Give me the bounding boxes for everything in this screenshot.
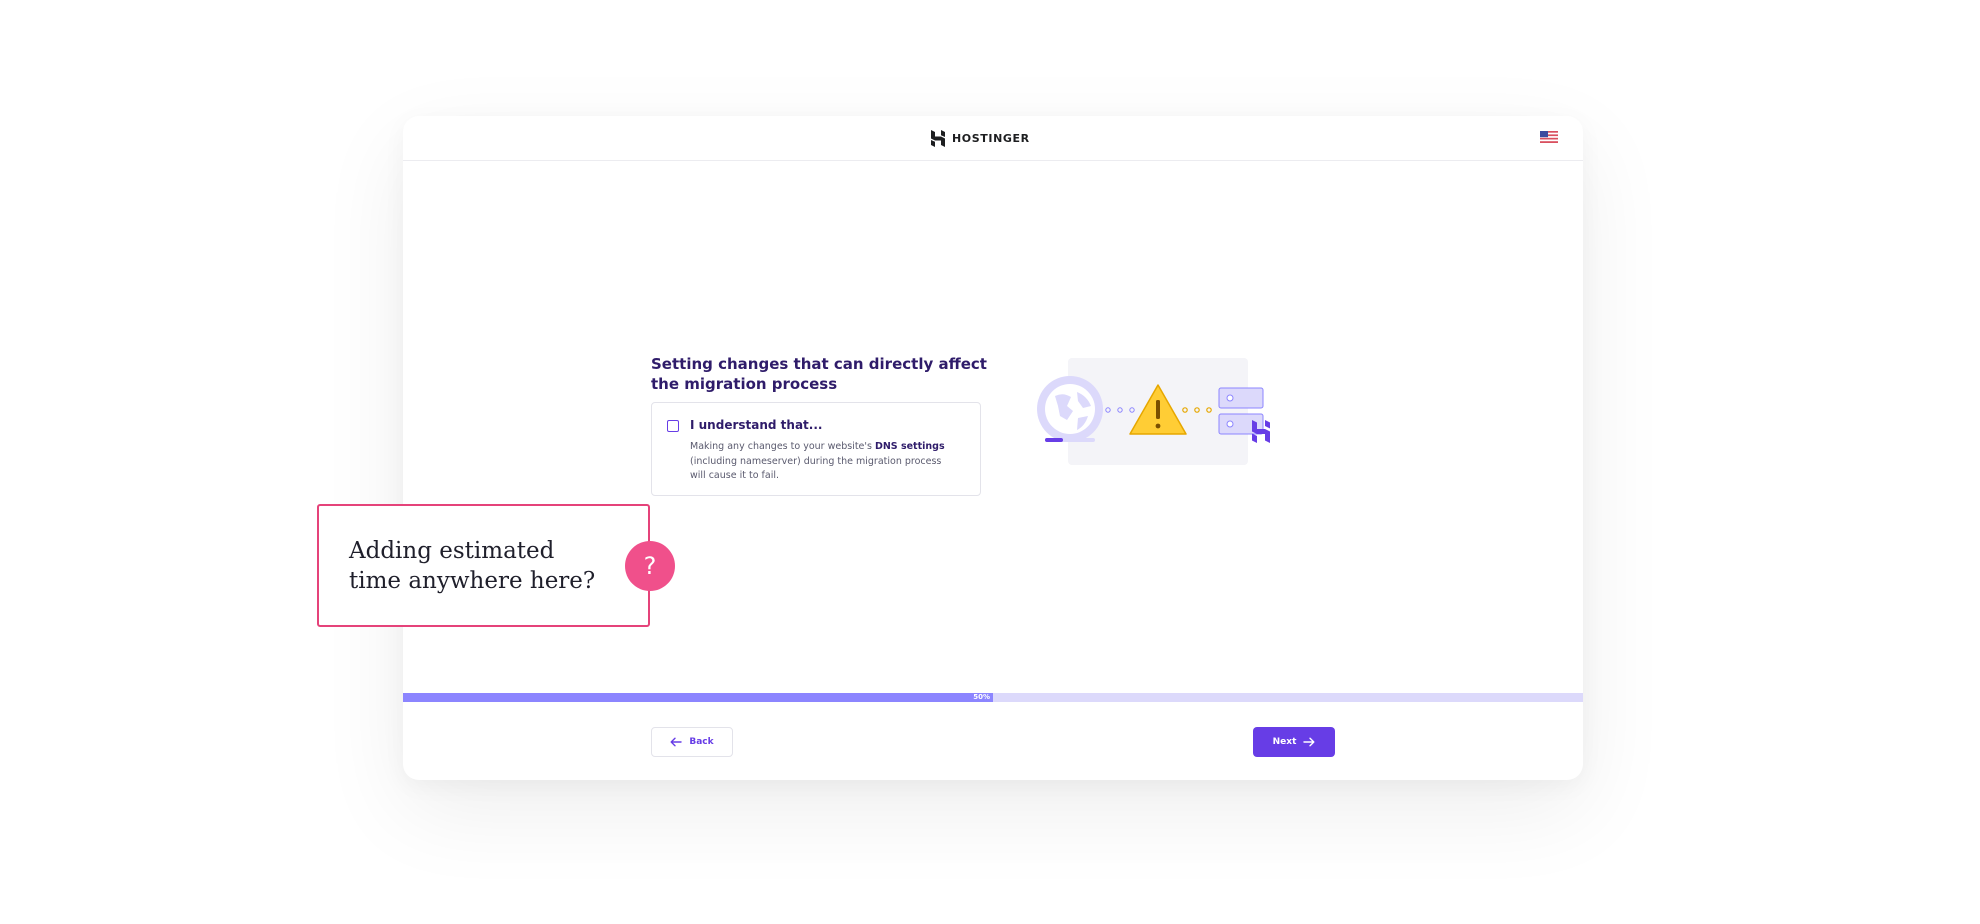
consent-description: Making any changes to your website's DNS… [690, 440, 960, 484]
arrow-left-icon [670, 737, 683, 747]
consent-text-before: Making any changes to your website's [690, 441, 875, 452]
hostinger-logo-icon [931, 129, 945, 147]
migration-warning-illustration [1037, 358, 1270, 465]
next-button[interactable]: Next [1253, 727, 1335, 757]
step-heading: Setting changes that can directly affect… [651, 355, 987, 393]
question-mark-icon: ? [625, 541, 675, 591]
annotation-callout: Adding estimated time anywhere here? [317, 504, 650, 627]
progress-fill [403, 693, 993, 702]
top-bar: HOSTINGER [403, 116, 1583, 161]
consent-text-bold: DNS settings [874, 441, 945, 452]
back-button-label: Back [689, 737, 714, 747]
progress-bar: 50% [403, 693, 1583, 702]
brand-name: HOSTINGER [952, 131, 1030, 145]
globe-icon [1037, 376, 1103, 442]
arrow-right-icon [1303, 737, 1315, 747]
annotation-text: Adding estimated time anywhere here? [349, 538, 596, 594]
consent-card[interactable]: I understand that... Making any changes … [651, 402, 981, 496]
consent-title: I understand that... [690, 418, 823, 432]
migration-wizard-window: HOSTINGER Setting changes that can direc… [403, 116, 1583, 780]
consent-text-after: (including nameserver) during the migrat… [690, 455, 942, 482]
us-flag-icon[interactable] [1540, 131, 1558, 143]
consent-checkbox[interactable] [667, 420, 679, 432]
brand-logo: HOSTINGER [930, 129, 1030, 147]
next-button-label: Next [1272, 737, 1297, 747]
progress-label: 50% [973, 693, 990, 701]
back-button[interactable]: Back [651, 727, 733, 757]
